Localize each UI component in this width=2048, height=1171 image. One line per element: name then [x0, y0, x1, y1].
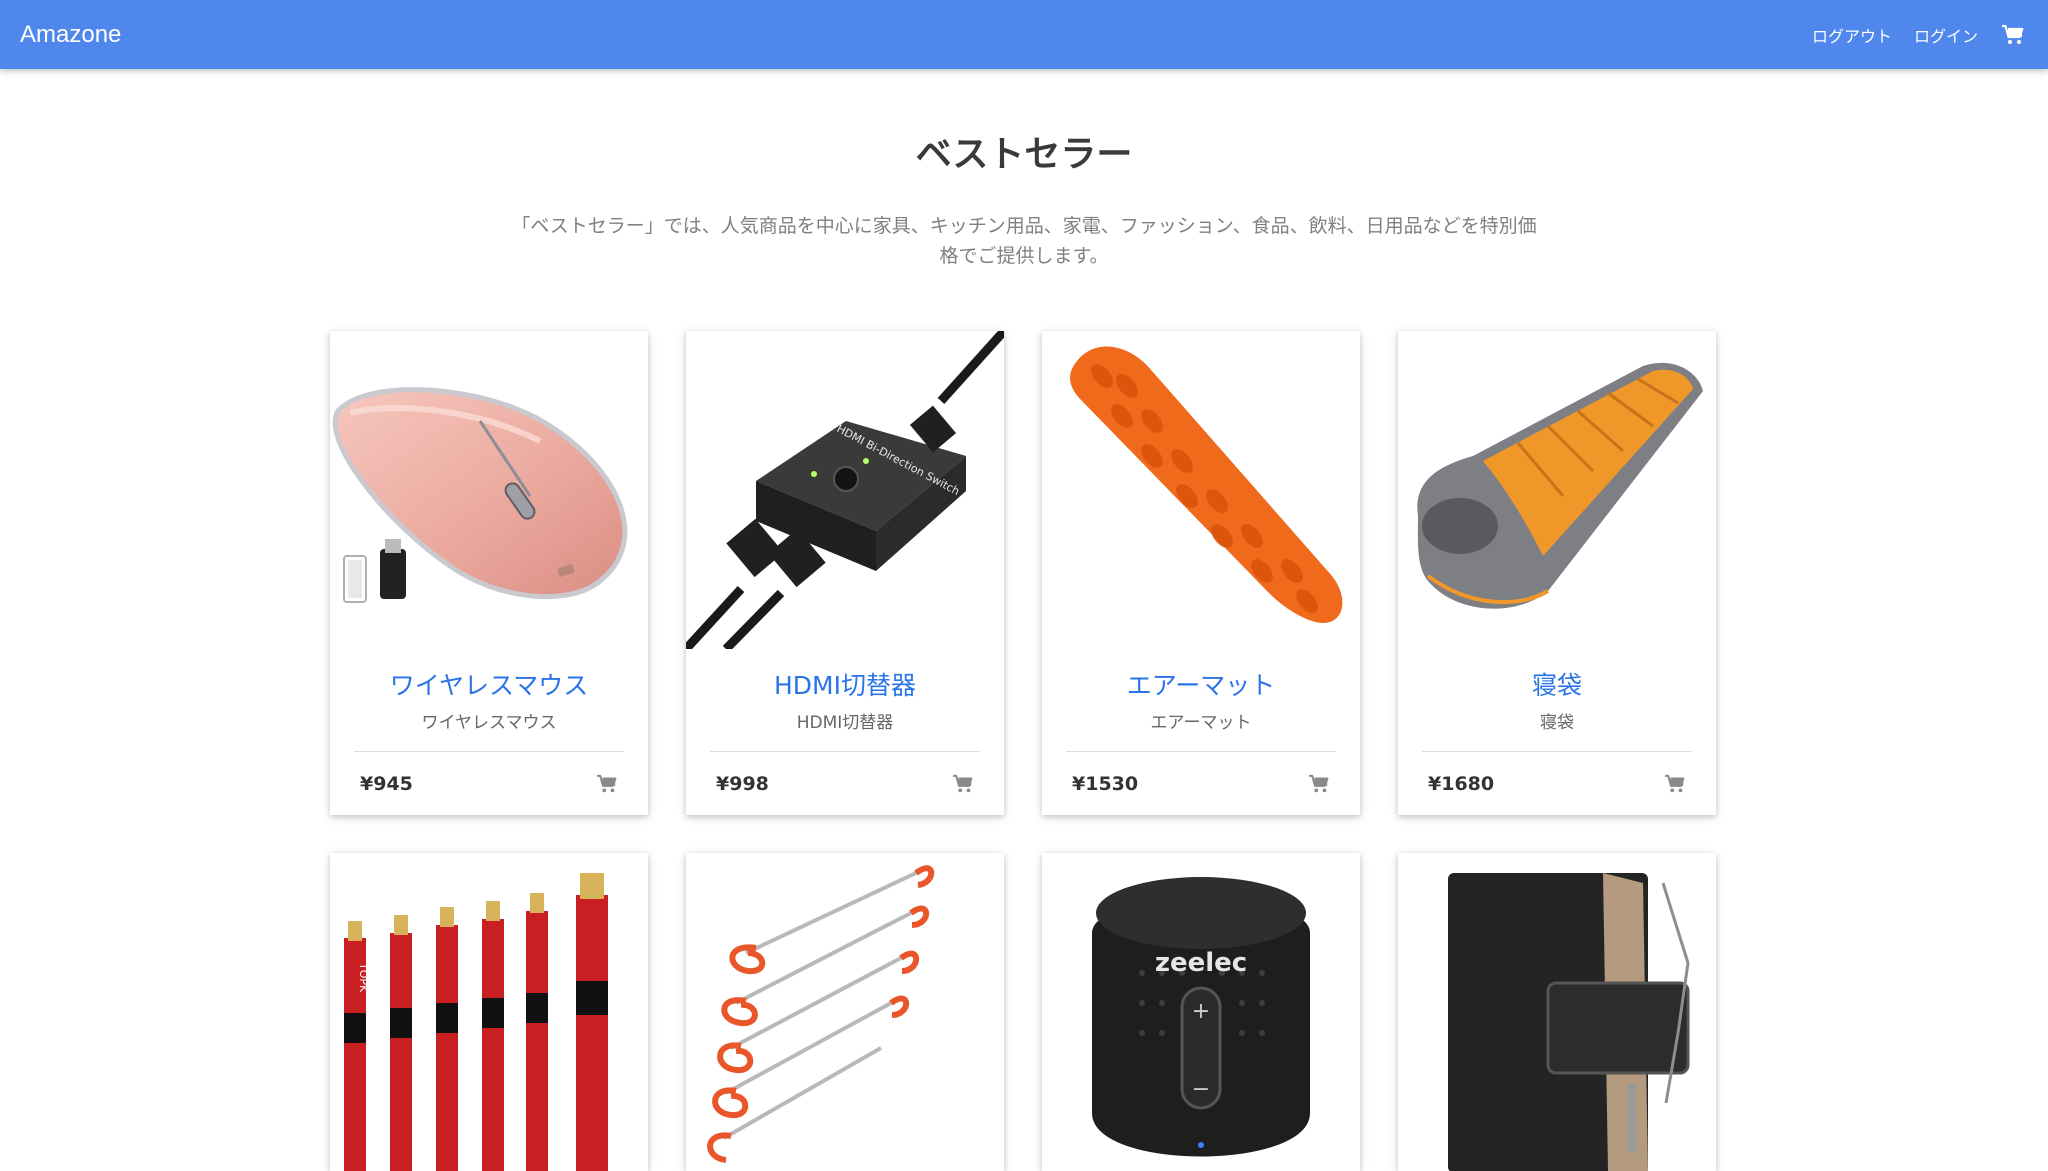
main-content: ベストセラー 「ベストセラー」では、人気商品を中心に家具、キッチン用品、家電、フ… [0, 69, 2048, 1171]
product-title[interactable]: エアーマット [1042, 669, 1360, 703]
brand-logo[interactable]: Amazone [20, 21, 121, 49]
cable-brand-text: TOPK [357, 962, 370, 993]
product-image-tent-pegs[interactable] [686, 853, 1004, 1171]
product-subtitle: ワイヤレスマウス [421, 713, 557, 733]
product-image-hdmi-switch[interactable]: HDMI Bi-Direction Switch [686, 331, 1004, 649]
svg-text:+: + [1192, 999, 1210, 1024]
product-image-usb-cables[interactable]: TOPK [330, 853, 648, 1171]
card-body: エアーマット エアーマット ¥1530 [1042, 649, 1360, 815]
add-to-cart-icon[interactable] [950, 771, 976, 797]
card-footer: ¥1530 [1066, 751, 1336, 815]
product-card[interactable] [1398, 853, 1716, 1171]
nav-right: ログアウト ログイン [1812, 22, 2026, 48]
add-to-cart-icon[interactable] [594, 771, 620, 797]
card-body: HDMI切替器 HDMI切替器 ¥998 [686, 649, 1004, 815]
product-subtitle: エアーマット [1150, 713, 1252, 733]
product-title[interactable]: 寝袋 [1398, 669, 1716, 703]
svg-text:−: − [1192, 1077, 1210, 1102]
product-price: ¥998 [716, 772, 769, 795]
product-price: ¥1680 [1428, 772, 1495, 795]
product-card[interactable]: 寝袋 寝袋 ¥1680 [1398, 331, 1716, 815]
card-body: 寝袋 寝袋 ¥1680 [1398, 649, 1716, 815]
product-card[interactable] [686, 853, 1004, 1171]
product-price: ¥1530 [1072, 772, 1139, 795]
product-card[interactable]: TOPK [330, 853, 648, 1171]
product-title[interactable]: HDMI切替器 [686, 669, 1004, 703]
card-footer: ¥945 [354, 751, 624, 815]
page-title: ベストセラー [915, 134, 1133, 175]
product-subtitle: 寝袋 [1540, 713, 1574, 733]
product-image-wallet[interactable] [1398, 853, 1716, 1171]
product-image-bluetooth-speaker[interactable]: zeelec + − [1042, 853, 1360, 1171]
add-to-cart-icon[interactable] [1662, 771, 1688, 797]
logout-link[interactable]: ログアウト [1812, 23, 1892, 47]
page-description: 「ベストセラー」では、人気商品を中心に家具、キッチン用品、家電、ファッション、食… [511, 215, 1537, 267]
product-image-wireless-mouse[interactable] [330, 331, 648, 649]
speaker-brand-text: zeelec [1155, 948, 1247, 978]
card-footer: ¥998 [710, 751, 980, 815]
card-footer: ¥1680 [1422, 751, 1692, 815]
product-price: ¥945 [360, 772, 413, 795]
top-navbar: Amazone ログアウト ログイン [0, 0, 2048, 69]
product-card[interactable]: エアーマット エアーマット ¥1530 [1042, 331, 1360, 815]
cart-icon[interactable] [2000, 22, 2026, 48]
product-card[interactable]: zeelec + − [1042, 853, 1360, 1171]
product-image-sleeping-bag[interactable] [1398, 331, 1716, 649]
card-body: ワイヤレスマウス ワイヤレスマウス ¥945 [330, 649, 648, 815]
product-card[interactable]: ワイヤレスマウス ワイヤレスマウス ¥945 [330, 331, 648, 815]
login-link[interactable]: ログイン [1914, 23, 1978, 47]
add-to-cart-icon[interactable] [1306, 771, 1332, 797]
product-image-air-mat[interactable] [1042, 331, 1360, 649]
product-card[interactable]: HDMI Bi-Direction Switch HDMI切替器 HDMI切替器… [686, 331, 1004, 815]
product-title[interactable]: ワイヤレスマウス [330, 669, 648, 703]
product-subtitle: HDMI切替器 [796, 713, 894, 733]
